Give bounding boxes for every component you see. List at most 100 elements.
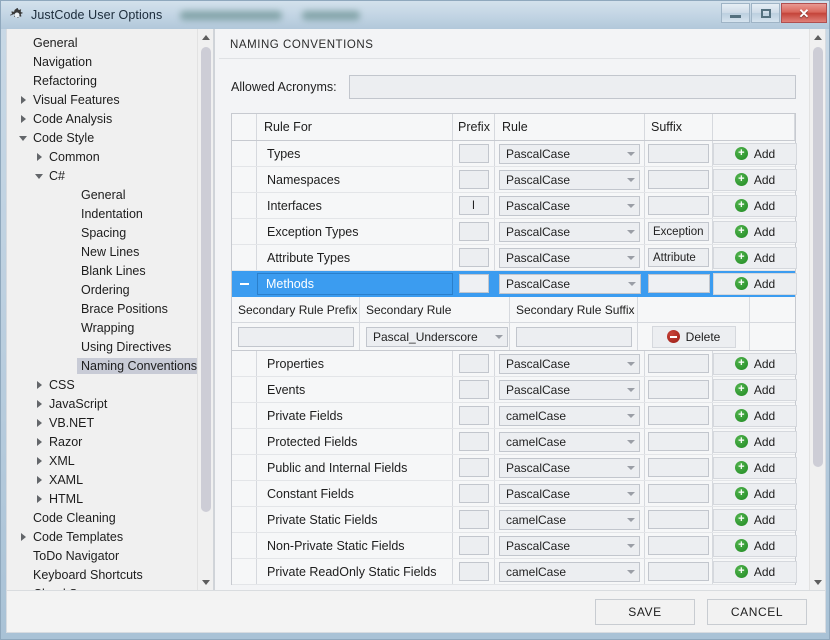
- table-row[interactable]: EventsPascalCase+Add: [232, 377, 795, 403]
- table-row[interactable]: PropertiesPascalCase+Add: [232, 351, 795, 377]
- table-row[interactable]: InterfacesIPascalCase+Add: [232, 193, 795, 219]
- prefix-input[interactable]: [459, 274, 489, 293]
- prefix-input[interactable]: [459, 170, 489, 189]
- rule-select[interactable]: PascalCase: [499, 222, 640, 242]
- add-rule-button[interactable]: +Add: [713, 143, 797, 165]
- grid-header-rule[interactable]: Rule: [495, 114, 645, 140]
- suffix-input[interactable]: [648, 144, 709, 163]
- sidebar-item-refactoring[interactable]: Refactoring: [7, 71, 213, 90]
- sidebar-item-general[interactable]: General: [7, 33, 213, 52]
- add-rule-button[interactable]: +Add: [713, 561, 797, 583]
- sidebar-item-ordering[interactable]: Ordering: [7, 280, 213, 299]
- table-row[interactable]: Protected FieldscamelCase+Add: [232, 429, 795, 455]
- chevron-right-icon[interactable]: [31, 438, 47, 446]
- add-rule-button[interactable]: +Add: [713, 353, 797, 375]
- sidebar-scrollbar[interactable]: [197, 29, 213, 590]
- add-rule-button[interactable]: +Add: [713, 221, 797, 243]
- sidebar-item-new-lines[interactable]: New Lines: [7, 242, 213, 261]
- prefix-input[interactable]: [459, 222, 489, 241]
- grid-header-suffix[interactable]: Suffix: [645, 114, 713, 140]
- add-rule-button[interactable]: +Add: [713, 195, 797, 217]
- sidebar-item-todo-navigator[interactable]: ToDo Navigator: [7, 546, 213, 565]
- prefix-input[interactable]: [459, 354, 489, 373]
- secondary-rule-prefix-input[interactable]: [238, 327, 354, 347]
- chevron-right-icon[interactable]: [31, 476, 47, 484]
- rule-select[interactable]: PascalCase: [499, 354, 640, 374]
- suffix-input[interactable]: [648, 406, 709, 425]
- rule-select[interactable]: PascalCase: [499, 248, 640, 268]
- prefix-input[interactable]: [459, 562, 489, 581]
- prefix-input[interactable]: [459, 406, 489, 425]
- table-row[interactable]: MethodsPascalCase+Add: [232, 271, 795, 297]
- suffix-input[interactable]: [648, 170, 709, 189]
- sidebar-item-javascript[interactable]: JavaScript: [7, 394, 213, 413]
- add-rule-button[interactable]: +Add: [713, 169, 797, 191]
- suffix-input[interactable]: Attribute: [648, 248, 709, 267]
- rule-select[interactable]: PascalCase: [499, 274, 641, 294]
- suffix-input[interactable]: [648, 484, 709, 503]
- table-row[interactable]: Private FieldscamelCase+Add: [232, 403, 795, 429]
- maximize-button[interactable]: [751, 3, 780, 23]
- sidebar-item-cloud-sync[interactable]: Cloud Sync: [7, 584, 213, 590]
- chevron-right-icon[interactable]: [15, 533, 31, 541]
- rule-select[interactable]: PascalCase: [499, 170, 640, 190]
- prefix-input[interactable]: [459, 248, 489, 267]
- prefix-input[interactable]: [459, 144, 489, 163]
- add-rule-button[interactable]: +Add: [713, 509, 797, 531]
- rule-select[interactable]: PascalCase: [499, 380, 640, 400]
- prefix-input[interactable]: [459, 484, 489, 503]
- table-row[interactable]: Exception TypesPascalCaseException+Add: [232, 219, 795, 245]
- prefix-input[interactable]: [459, 510, 489, 529]
- table-row[interactable]: Public and Internal FieldsPascalCase+Add: [232, 455, 795, 481]
- chevron-right-icon[interactable]: [31, 495, 47, 503]
- add-rule-button[interactable]: +Add: [713, 405, 797, 427]
- sidebar-item-visual-features[interactable]: Visual Features: [7, 90, 213, 109]
- cancel-button[interactable]: CANCEL: [707, 599, 807, 625]
- close-button[interactable]: ✕: [781, 3, 827, 23]
- minimize-button[interactable]: [721, 3, 750, 23]
- chevron-right-icon[interactable]: [15, 96, 31, 104]
- rule-select[interactable]: camelCase: [499, 562, 640, 582]
- rule-select[interactable]: camelCase: [499, 510, 640, 530]
- sidebar-item-c[interactable]: C#: [7, 166, 213, 185]
- save-button[interactable]: SAVE: [595, 599, 695, 625]
- rule-select[interactable]: camelCase: [499, 432, 640, 452]
- chevron-down-icon[interactable]: [15, 134, 31, 141]
- sidebar-item-blank-lines[interactable]: Blank Lines: [7, 261, 213, 280]
- grid-header-prefix[interactable]: Prefix: [453, 114, 495, 140]
- sidebar-scroll-down-button[interactable]: [198, 574, 214, 590]
- chevron-right-icon[interactable]: [31, 419, 47, 427]
- suffix-input[interactable]: [648, 536, 709, 555]
- table-row[interactable]: TypesPascalCase+Add: [232, 141, 795, 167]
- table-row[interactable]: Attribute TypesPascalCaseAttribute+Add: [232, 245, 795, 271]
- rule-select[interactable]: camelCase: [499, 406, 640, 426]
- rule-select[interactable]: PascalCase: [499, 144, 640, 164]
- prefix-input[interactable]: I: [459, 196, 489, 215]
- main-scroll-down-button[interactable]: [810, 574, 825, 590]
- prefix-input[interactable]: [459, 536, 489, 555]
- prefix-input[interactable]: [459, 458, 489, 477]
- suffix-input[interactable]: [648, 510, 709, 529]
- add-rule-button[interactable]: +Add: [713, 457, 797, 479]
- table-row[interactable]: Private Static FieldscamelCase+Add: [232, 507, 795, 533]
- grid-header-rule-for[interactable]: Rule For: [257, 114, 453, 140]
- table-row[interactable]: Non-Private Static FieldsPascalCase+Add: [232, 533, 795, 559]
- table-row[interactable]: NamespacesPascalCase+Add: [232, 167, 795, 193]
- table-row[interactable]: Constant FieldsPascalCase+Add: [232, 481, 795, 507]
- sidebar-item-general[interactable]: General: [7, 185, 213, 204]
- table-row[interactable]: Private ReadOnly Static FieldscamelCase+…: [232, 559, 795, 585]
- sidebar-item-common[interactable]: Common: [7, 147, 213, 166]
- add-rule-button[interactable]: +Add: [713, 535, 797, 557]
- sidebar-item-spacing[interactable]: Spacing: [7, 223, 213, 242]
- rule-select[interactable]: PascalCase: [499, 196, 640, 216]
- sidebar-item-xml[interactable]: XML: [7, 451, 213, 470]
- sidebar-item-naming-conventions[interactable]: Naming Conventions: [7, 356, 213, 375]
- sidebar-item-code-style[interactable]: Code Style: [7, 128, 213, 147]
- main-scroll-thumb[interactable]: [813, 47, 823, 467]
- suffix-input[interactable]: [648, 274, 710, 293]
- chevron-right-icon[interactable]: [31, 381, 47, 389]
- secondary-rule-select[interactable]: Pascal_Underscore: [366, 327, 508, 347]
- chevron-right-icon[interactable]: [15, 115, 31, 123]
- sidebar-item-code-cleaning[interactable]: Code Cleaning: [7, 508, 213, 527]
- add-rule-button[interactable]: +Add: [713, 483, 797, 505]
